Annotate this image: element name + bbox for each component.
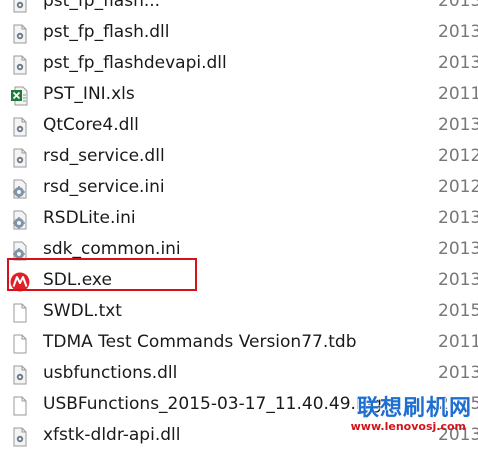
file-date: 2013 xyxy=(438,270,478,290)
dll-file-icon xyxy=(13,365,27,385)
file-name: pst_fp_flash.dll xyxy=(43,22,170,42)
generic-file-icon xyxy=(13,396,27,416)
file-row-rsd-service-dll[interactable]: rsd_service.dll 2012 xyxy=(0,142,478,173)
file-date: 2012 xyxy=(438,146,478,166)
file-date: 2013 xyxy=(438,239,478,259)
dll-file-icon xyxy=(13,117,27,137)
file-row-pst-fp-flash-partial[interactable]: pst_fp_flash... 2013 xyxy=(0,0,478,18)
file-date: 2013 xyxy=(438,363,478,383)
dll-file-icon xyxy=(13,55,27,75)
file-row-pst-fp-flashdevapi-dll[interactable]: pst_fp_flashdevapi.dll 2013 xyxy=(0,49,478,80)
file-name: rsd_service.ini xyxy=(43,177,165,197)
file-name: SWDL.txt xyxy=(43,301,122,321)
dll-file-icon xyxy=(13,24,27,44)
file-name: TDMA Test Commands Version77.tdb xyxy=(43,332,357,352)
file-list: pst_fp_flash... 2013 pst_fp_flash.dll 20… xyxy=(0,0,478,452)
file-date: 2011 xyxy=(438,84,478,104)
file-date: 2013 xyxy=(438,115,478,135)
dll-file-icon xyxy=(13,427,27,447)
dll-file-icon xyxy=(13,148,27,168)
file-name: pst_fp_flashdevapi.dll xyxy=(43,53,227,73)
file-row-pst-ini-xls[interactable]: PST_INI.xls 2011 xyxy=(0,80,478,111)
file-date: 2012 xyxy=(438,177,478,197)
file-date: 2015 xyxy=(438,301,478,321)
file-date: 2013 xyxy=(438,0,478,11)
file-name: QtCore4.dll xyxy=(43,115,139,135)
excel-file-icon xyxy=(11,86,28,106)
file-row-swdl-txt[interactable]: SWDL.txt 2015 xyxy=(0,297,478,328)
file-row-pst-fp-flash-dll[interactable]: pst_fp_flash.dll 2013 xyxy=(0,18,478,49)
text-file-icon xyxy=(13,303,27,323)
watermark-title: 联想刷机网 xyxy=(356,396,472,421)
file-row-usbfunctions-dll[interactable]: usbfunctions.dll 2013 xyxy=(0,359,478,390)
file-row-tdma-test-commands-tdb[interactable]: TDMA Test Commands Version77.tdb 2011 xyxy=(0,328,478,359)
highlight-box xyxy=(7,258,197,291)
file-row-rsdlite-ini[interactable]: RSDLite.ini 2013 xyxy=(0,204,478,235)
file-row-qtcore4-dll[interactable]: QtCore4.dll 2013 xyxy=(0,111,478,142)
file-row-rsd-service-ini[interactable]: rsd_service.ini 2012 xyxy=(0,173,478,204)
file-date: 2011 xyxy=(438,332,478,352)
file-name: rsd_service.dll xyxy=(43,146,165,166)
ini-file-icon xyxy=(13,179,27,199)
file-name: pst_fp_flash... xyxy=(43,0,161,11)
file-name: usbfunctions.dll xyxy=(43,363,178,383)
watermark-url: www.lenovosj.com xyxy=(350,420,466,433)
ini-file-icon xyxy=(13,210,27,230)
file-name: sdk_common.ini xyxy=(43,239,181,259)
file-name: PST_INI.xls xyxy=(43,84,135,104)
file-name: RSDLite.ini xyxy=(43,208,136,228)
file-date: 2013 xyxy=(438,53,478,73)
watermark: 联想刷机网 www.lenovosj.com xyxy=(350,390,478,439)
file-name: USBFunctions_2015-03-17_11.40.49.log xyxy=(43,394,382,414)
file-name: xfstk-dldr-api.dll xyxy=(43,425,181,445)
generic-file-icon xyxy=(13,334,27,354)
dll-file-icon xyxy=(13,0,27,13)
file-date: 2013 xyxy=(438,22,478,42)
file-date: 2013 xyxy=(438,208,478,228)
